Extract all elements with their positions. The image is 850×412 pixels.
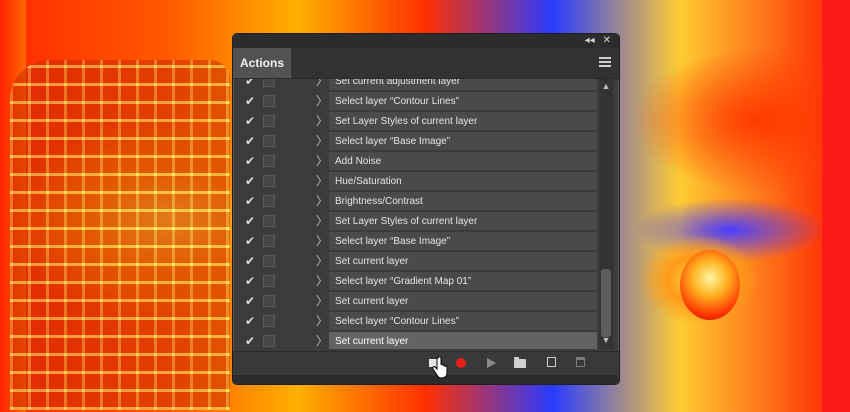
- expand-chevron-icon[interactable]: 〉: [316, 112, 328, 131]
- expand-chevron-icon[interactable]: 〉: [316, 232, 328, 251]
- action-label[interactable]: Select layer “Base Image”: [329, 232, 597, 251]
- collapse-icon[interactable]: ◂◂: [585, 35, 595, 47]
- expand-chevron-icon[interactable]: 〉: [316, 152, 328, 171]
- actions-panel: ◂◂ ✕ Actions ✔ 〉 Set current adjustment la…: [232, 33, 620, 385]
- scroll-thumb[interactable]: [601, 269, 611, 337]
- background-ornament: [680, 250, 740, 320]
- action-label[interactable]: Set current layer: [329, 252, 597, 271]
- dialog-toggle-box[interactable]: [263, 195, 275, 207]
- action-label[interactable]: Set Layer Styles of current layer: [329, 112, 597, 131]
- dialog-toggle-box[interactable]: [263, 175, 275, 187]
- toggle-item-check-icon[interactable]: ✔: [243, 194, 257, 208]
- expand-chevron-icon[interactable]: 〉: [316, 172, 328, 191]
- action-label[interactable]: Set current layer: [329, 332, 597, 349]
- toggle-item-check-icon[interactable]: ✔: [243, 154, 257, 168]
- actions-list: ✔ 〉 Set current adjustment layer ✔ 〉 Select l…: [237, 79, 599, 349]
- new-set-icon[interactable]: [512, 356, 528, 370]
- dialog-toggle-box[interactable]: [263, 275, 275, 287]
- dialog-toggle-box[interactable]: [263, 335, 275, 347]
- scrollbar[interactable]: ▲ ▼: [599, 79, 613, 349]
- toggle-item-check-icon[interactable]: ✔: [243, 214, 257, 228]
- action-row[interactable]: ✔ 〉 Hue/Saturation: [237, 172, 599, 191]
- action-row[interactable]: ✔ 〉 Select layer “Contour Lines”: [237, 312, 599, 331]
- action-label[interactable]: Select layer “Contour Lines”: [329, 92, 597, 111]
- dialog-toggle-box[interactable]: [263, 235, 275, 247]
- expand-chevron-icon[interactable]: 〉: [316, 212, 328, 231]
- action-row[interactable]: ✔ 〉 Select layer “Contour Lines”: [237, 92, 599, 111]
- toggle-item-check-icon[interactable]: ✔: [243, 334, 257, 348]
- action-row[interactable]: ✔ 〉 Set Layer Styles of current layer: [237, 212, 599, 231]
- toggle-item-check-icon[interactable]: ✔: [243, 274, 257, 288]
- scroll-down-icon[interactable]: ▼: [601, 335, 611, 345]
- toggle-item-check-icon[interactable]: ✔: [243, 234, 257, 248]
- action-row[interactable]: ✔ 〉 Select layer “Gradient Map 01”: [237, 272, 599, 291]
- action-row[interactable]: ✔ 〉 Set current adjustment layer: [237, 79, 599, 91]
- action-row[interactable]: ✔ 〉 Set current layer: [237, 292, 599, 311]
- dialog-toggle-box[interactable]: [263, 115, 275, 127]
- expand-chevron-icon[interactable]: 〉: [316, 132, 328, 151]
- expand-chevron-icon[interactable]: 〉: [316, 272, 328, 291]
- expand-chevron-icon[interactable]: 〉: [316, 312, 328, 331]
- action-label[interactable]: Brightness/Contrast: [329, 192, 597, 211]
- action-label[interactable]: Select layer “Contour Lines”: [329, 312, 597, 331]
- toggle-item-check-icon[interactable]: ✔: [243, 114, 257, 128]
- delete-icon[interactable]: [573, 356, 589, 370]
- dialog-toggle-box[interactable]: [263, 155, 275, 167]
- scroll-up-icon[interactable]: ▲: [601, 81, 611, 91]
- panel-footer: [233, 375, 619, 384]
- expand-chevron-icon[interactable]: 〉: [316, 292, 328, 311]
- dialog-toggle-box[interactable]: [263, 95, 275, 107]
- action-row[interactable]: ✔ 〉 Select layer “Base Image”: [237, 132, 599, 151]
- toggle-item-check-icon[interactable]: ✔: [243, 134, 257, 148]
- toggle-item-check-icon[interactable]: ✔: [243, 314, 257, 328]
- action-label[interactable]: Set Layer Styles of current layer: [329, 212, 597, 231]
- dialog-toggle-box[interactable]: [263, 255, 275, 267]
- toggle-item-check-icon[interactable]: ✔: [243, 174, 257, 188]
- close-icon[interactable]: ✕: [603, 35, 611, 47]
- background-edge-right: [822, 0, 850, 412]
- panel-toolbar: [233, 351, 619, 374]
- tab-actions[interactable]: Actions: [233, 48, 291, 78]
- action-label[interactable]: Hue/Saturation: [329, 172, 597, 191]
- action-row[interactable]: ✔ 〉 Set current layer: [237, 252, 599, 271]
- action-label[interactable]: Add Noise: [329, 152, 597, 171]
- background-grille: [10, 60, 230, 410]
- toggle-item-check-icon[interactable]: ✔: [243, 254, 257, 268]
- action-row[interactable]: ✔ 〉 Select layer “Base Image”: [237, 232, 599, 251]
- action-label[interactable]: Select layer “Gradient Map 01”: [329, 272, 597, 291]
- expand-chevron-icon[interactable]: 〉: [316, 192, 328, 211]
- toggle-item-check-icon[interactable]: ✔: [243, 294, 257, 308]
- toggle-item-check-icon[interactable]: ✔: [243, 94, 257, 108]
- hand-cursor-icon: [432, 357, 448, 379]
- panel-titlebar[interactable]: ◂◂ ✕: [233, 34, 619, 48]
- dialog-toggle-box[interactable]: [263, 295, 275, 307]
- action-label[interactable]: Set current layer: [329, 292, 597, 311]
- expand-chevron-icon[interactable]: 〉: [316, 252, 328, 271]
- dialog-toggle-box[interactable]: [263, 79, 275, 87]
- action-row[interactable]: ✔ 〉 Add Noise: [237, 152, 599, 171]
- dialog-toggle-box[interactable]: [263, 315, 275, 327]
- play-icon[interactable]: [483, 356, 499, 370]
- dialog-toggle-box[interactable]: [263, 135, 275, 147]
- new-action-icon[interactable]: [544, 356, 560, 370]
- record-icon[interactable]: [453, 356, 469, 370]
- panel-tab-row: Actions: [233, 48, 619, 79]
- dialog-toggle-box[interactable]: [263, 215, 275, 227]
- toggle-item-check-icon[interactable]: ✔: [243, 79, 257, 88]
- action-row[interactable]: ✔ 〉 Set Layer Styles of current layer: [237, 112, 599, 131]
- action-row[interactable]: ✔ 〉 Brightness/Contrast: [237, 192, 599, 211]
- expand-chevron-icon[interactable]: 〉: [316, 332, 328, 349]
- expand-chevron-icon[interactable]: 〉: [316, 79, 328, 91]
- action-row[interactable]: ✔ 〉 Set current layer: [237, 332, 599, 349]
- expand-chevron-icon[interactable]: 〉: [316, 92, 328, 111]
- action-label[interactable]: Set current adjustment layer: [329, 79, 597, 91]
- panel-menu-icon[interactable]: [599, 57, 611, 69]
- action-label[interactable]: Select layer “Base Image”: [329, 132, 597, 151]
